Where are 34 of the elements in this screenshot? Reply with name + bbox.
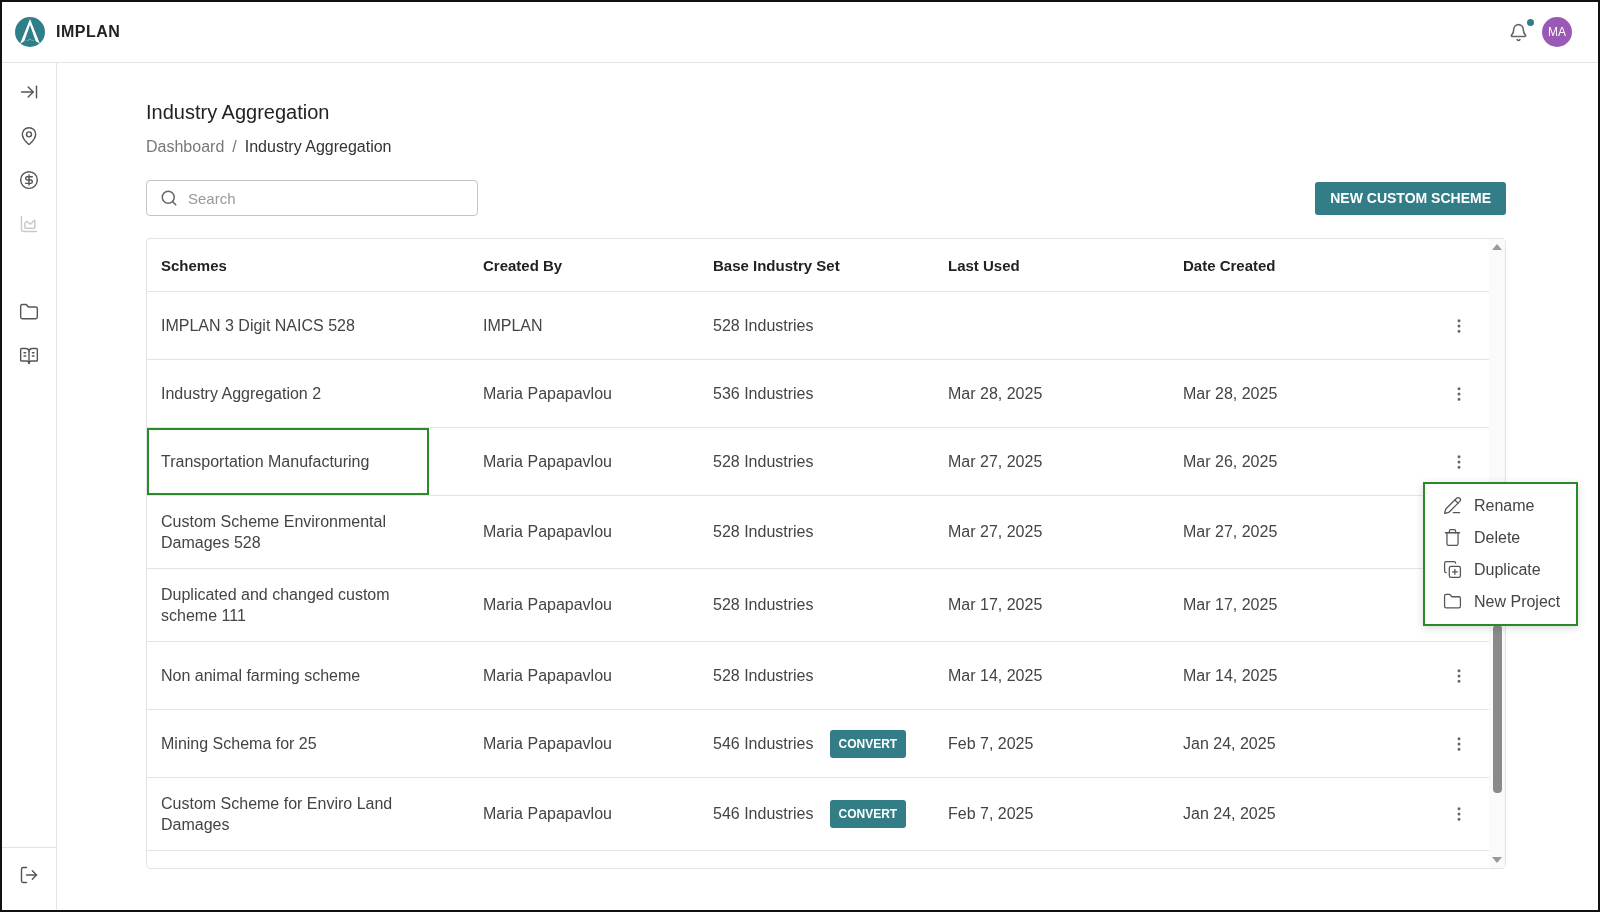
table-cell: Mar 26, 2025 — [1183, 452, 1278, 471]
app-name: IMPLAN — [56, 23, 121, 41]
table-cell: Mar 28, 2025 — [948, 384, 1043, 403]
table-cell: 528 Industries — [713, 523, 814, 541]
table-cell: 546 Industries — [713, 805, 814, 823]
table-cell: Feb 7, 2025 — [948, 734, 1034, 753]
table-cell: 528 Industries — [713, 666, 814, 685]
table-cell: Maria Papapavlou — [483, 523, 612, 541]
table-cell: 546 Industries — [713, 734, 814, 753]
table-cell: 528 Industries — [713, 316, 814, 335]
table-cell: Mar 14, 2025 — [1183, 666, 1278, 685]
table-cell: Mar 27, 2025 — [948, 523, 1043, 541]
table-cell: Jan 24, 2025 — [1183, 734, 1276, 753]
table-cell: Maria Papapavlou — [483, 384, 612, 403]
table-cell: Feb 7, 2025 — [948, 805, 1034, 823]
breadcrumb-separator: / — [232, 138, 237, 156]
table-cell: Jan 24, 2025 — [1183, 805, 1276, 823]
table-cell: 528 Industries — [713, 452, 814, 471]
table-cell: Maria Papapavlou — [483, 596, 612, 614]
table-cell: Maria Papapavlou — [483, 805, 612, 823]
table-cell: Mar 28, 2025 — [1183, 384, 1278, 403]
table-cell: IMPLAN — [483, 316, 543, 335]
table-cell: 528 Industries — [713, 596, 814, 614]
table-cell: Mar 27, 2025 — [1183, 523, 1278, 541]
breadcrumb-current: Industry Aggregation — [244, 138, 392, 156]
table-cell: Mar 14, 2025 — [948, 666, 1043, 685]
table-cell: Mar 17, 2025 — [1183, 596, 1278, 614]
table-cell: Maria Papapavlou — [483, 452, 612, 471]
page-title: Industry Aggregation — [146, 101, 331, 124]
table-cell: 536 Industries — [713, 384, 814, 403]
table-cell: Maria Papapavlou — [483, 666, 612, 685]
table-cell: Mar 17, 2025 — [948, 596, 1043, 614]
table-cell: Mar 27, 2025 — [948, 452, 1043, 471]
table-cell: Maria Papapavlou — [483, 734, 612, 753]
